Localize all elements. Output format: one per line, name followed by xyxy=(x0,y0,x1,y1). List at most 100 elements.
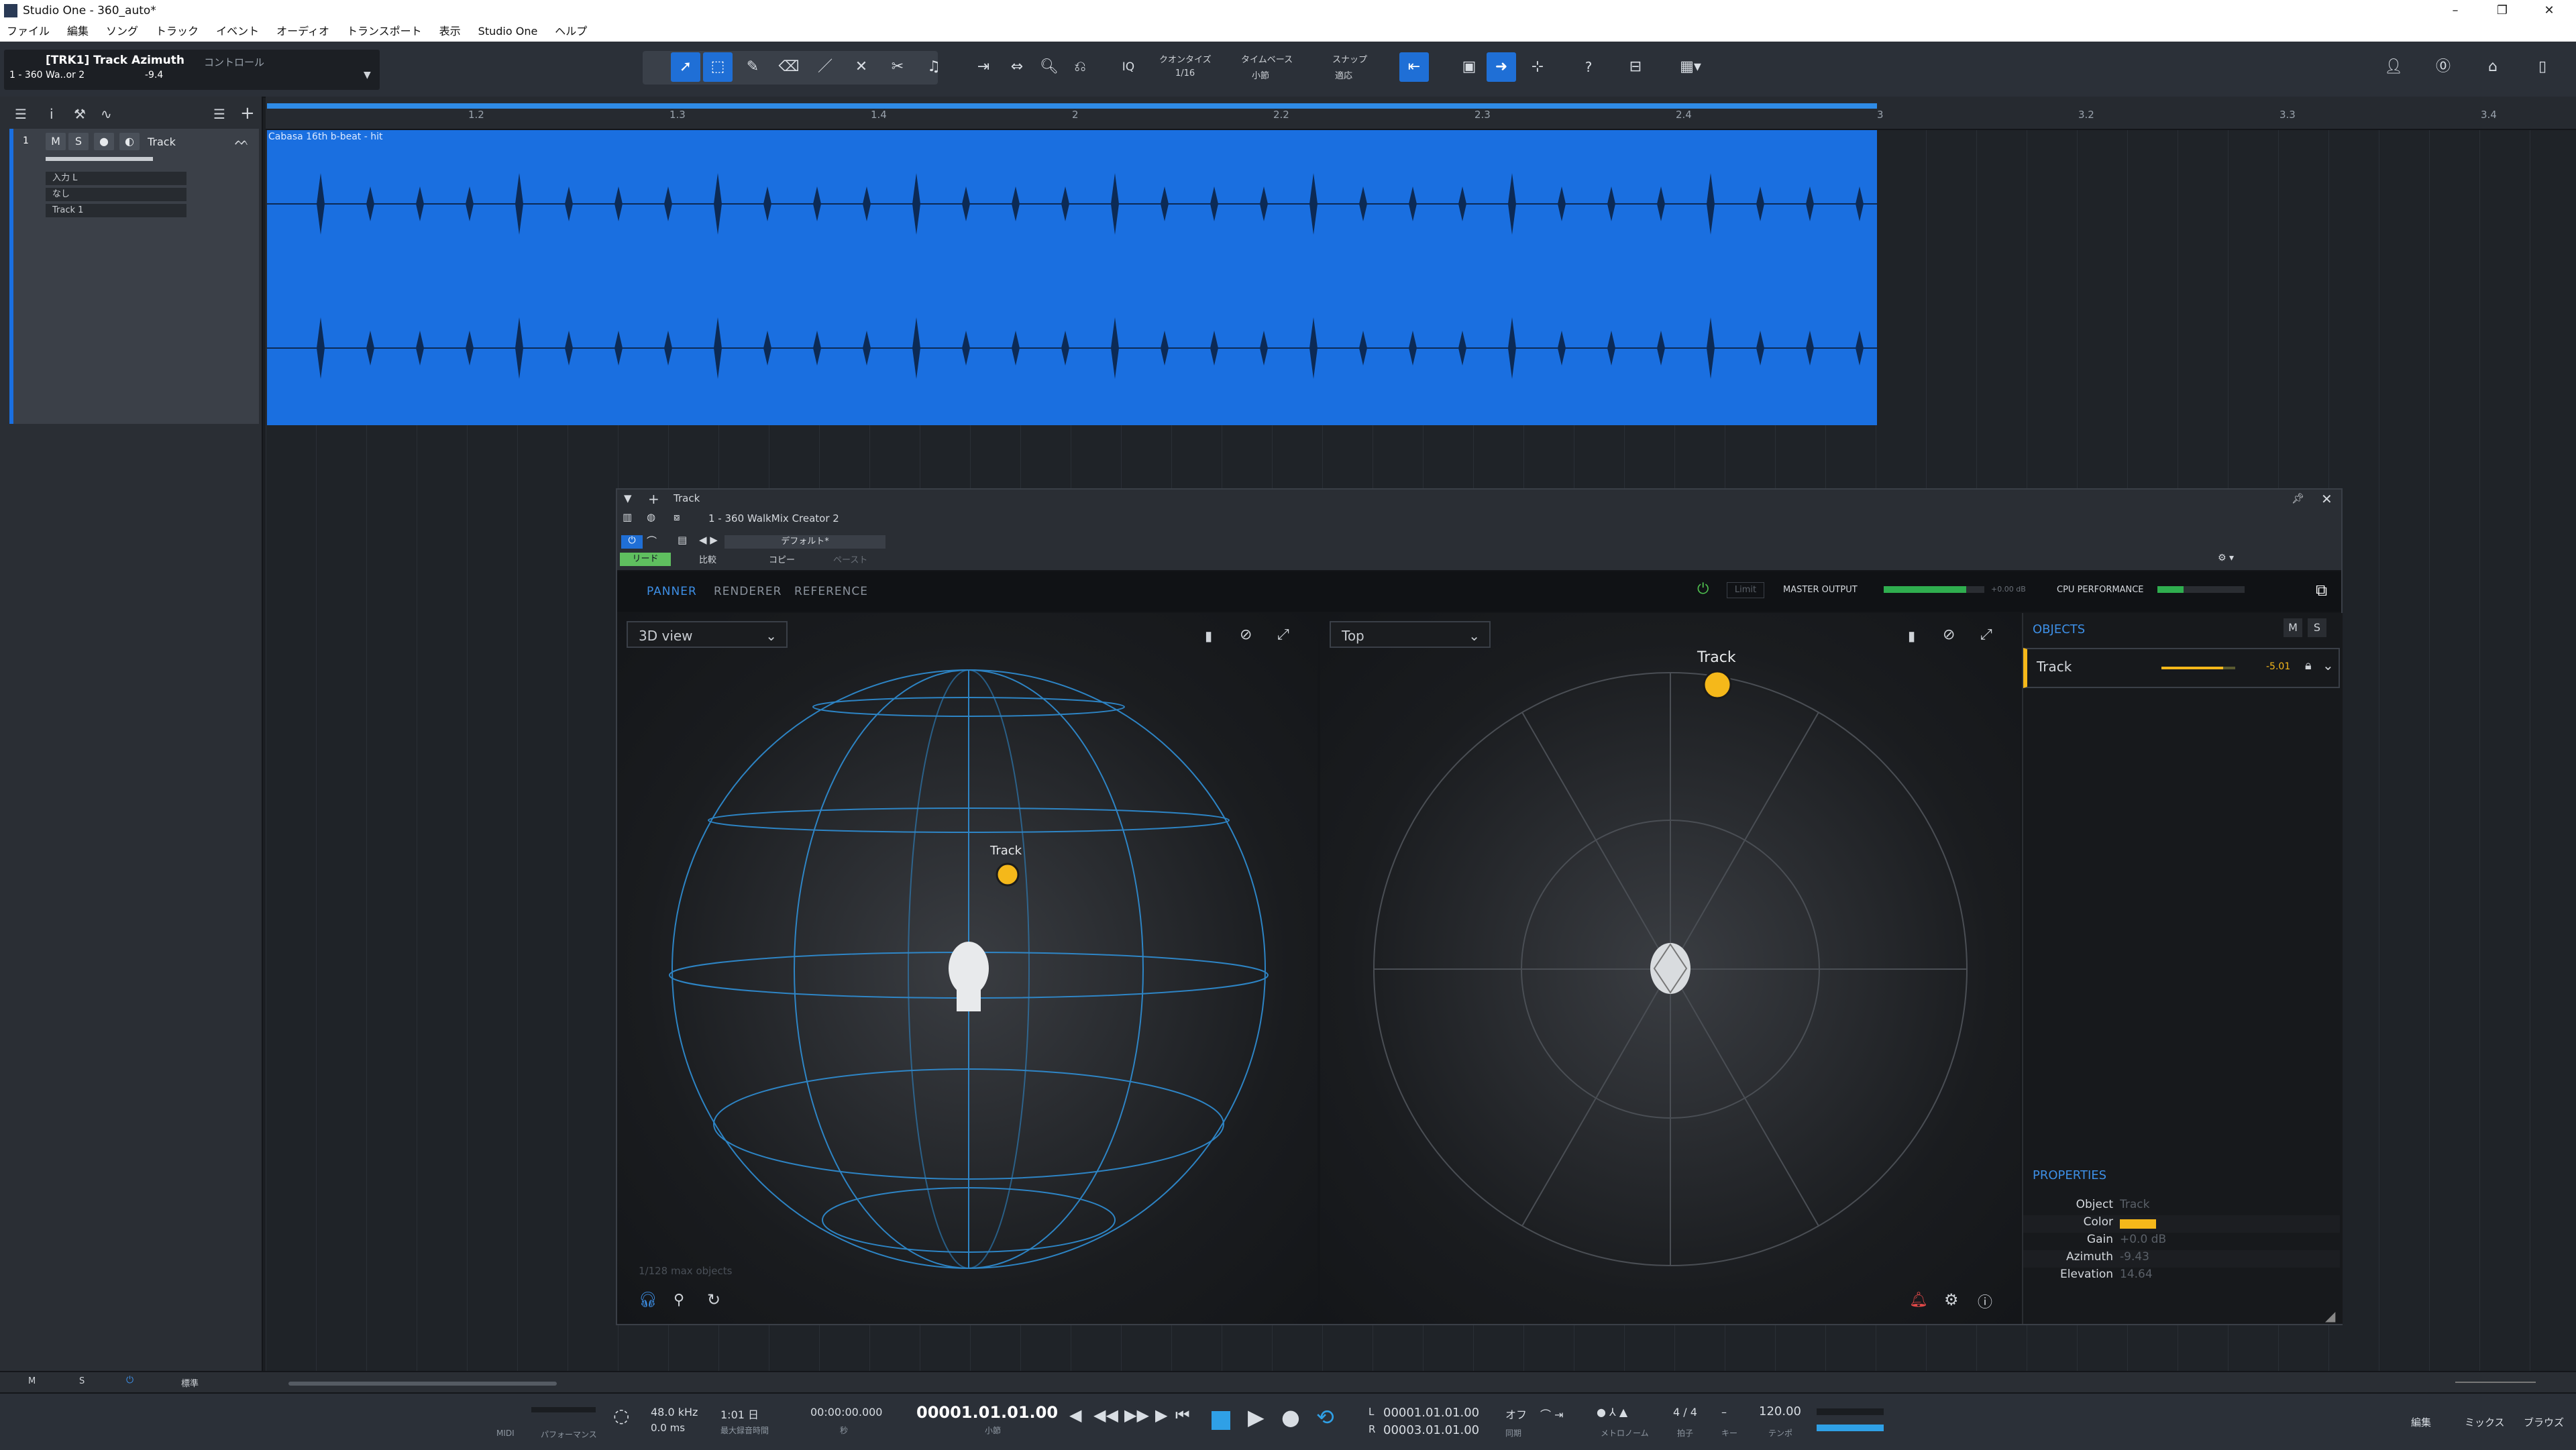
save-preset-icon[interactable]: ▤ xyxy=(678,534,687,546)
network-icon[interactable]: ⧇ xyxy=(674,511,680,523)
rewind-start-icon[interactable]: ◀ xyxy=(1069,1406,1081,1425)
top-view-panel[interactable]: Top ⌄ ▮ ⊘ ⤢ Track 🔔︎ ⚙ ⓘ xyxy=(1320,613,2021,1324)
user-icon[interactable]: 👤︎ xyxy=(2379,52,2408,82)
add-icon[interactable]: + xyxy=(648,491,659,507)
punch-icon[interactable]: ⌒ ⇥ xyxy=(1540,1406,1564,1422)
tab-panner[interactable]: PANNER xyxy=(647,585,697,598)
track-header[interactable]: 1 M S ● ◐ Track ᨓ 入力 L なし Track 1 xyxy=(9,129,259,424)
time-signature[interactable]: 4 / 4 xyxy=(1673,1406,1697,1418)
object-row[interactable]: Track -5.01 🔒︎ ⌄ xyxy=(2023,648,2340,688)
seconds-display[interactable]: 00:00:00.000 xyxy=(810,1406,882,1418)
chevron-down-icon[interactable]: ⌄ xyxy=(2322,657,2334,673)
wrench-icon[interactable]: ⚒ xyxy=(74,106,86,122)
snap-toggle-icon[interactable]: ⇤ xyxy=(1399,52,1429,82)
loop-start[interactable]: 00001.01.01.00 xyxy=(1383,1406,1479,1420)
output-select[interactable]: Track 1 xyxy=(46,204,186,217)
mute-tool-icon[interactable]: ✕ xyxy=(847,52,876,82)
zoom-tool-icon[interactable]: 🔍︎ xyxy=(1034,52,1064,82)
timebase-value[interactable]: 小節 xyxy=(1252,68,1269,81)
3d-view-panel[interactable]: 3D view ⌄ ▮ ⊘ ⤢ Track 1/128 max objects … xyxy=(617,613,1318,1324)
tab-reference[interactable]: REFERENCE xyxy=(794,585,868,598)
plugin-close-icon[interactable]: ✕ xyxy=(2321,491,2332,507)
location-icon[interactable]: ⚲ xyxy=(674,1292,684,1308)
objects-solo-button[interactable]: S xyxy=(2308,618,2326,637)
mode-select[interactable]: 標準 xyxy=(181,1376,199,1389)
pin-icon[interactable]: 📌︎ xyxy=(2292,492,2304,504)
paint-tool-icon[interactable]: ／ xyxy=(810,52,840,82)
bypass-icon[interactable]: ▥ xyxy=(623,511,632,523)
inspector-summary[interactable]: [TRK1] Track Azimuth 1 - 360 Wa..or 2 -9… xyxy=(4,50,380,90)
transform-tool-icon[interactable]: ⎌ xyxy=(1065,52,1095,82)
audio-clip[interactable] xyxy=(267,130,1877,425)
iq-button[interactable]: IQ xyxy=(1114,52,1143,82)
loop-end[interactable]: 00003.01.01.00 xyxy=(1383,1423,1479,1437)
global-solo-button[interactable]: S xyxy=(79,1376,85,1386)
automation-icon[interactable]: ∿ xyxy=(101,106,112,122)
prop-gain-value[interactable]: +0.0 dB xyxy=(2120,1233,2166,1246)
monitor-button[interactable]: ◐ xyxy=(119,133,140,150)
video-icon[interactable]: ⊟ xyxy=(1621,52,1650,82)
fit-tool-icon[interactable]: ⇔ xyxy=(1002,52,1032,82)
follow-icon[interactable]: ➜ xyxy=(1487,52,1516,82)
browse-button[interactable]: ブラウズ xyxy=(2524,1415,2564,1429)
automation-select[interactable]: なし xyxy=(46,188,186,201)
paste-button[interactable]: ペースト xyxy=(833,553,867,565)
gear-icon[interactable]: ⚙ xyxy=(1944,1290,1959,1309)
forward-icon[interactable]: ▶▶ xyxy=(1124,1406,1149,1425)
return-zero-icon[interactable]: ⏮ xyxy=(1175,1406,1190,1425)
object-label-top[interactable]: Track xyxy=(1697,649,1736,666)
volume-slider[interactable] xyxy=(46,157,153,161)
menu-track[interactable]: トラック xyxy=(156,21,199,42)
menu-file[interactable]: ファイル xyxy=(7,21,50,42)
collapse-icon[interactable]: ▼ xyxy=(624,492,632,504)
help-button[interactable]: ? xyxy=(1574,52,1603,82)
mute-button[interactable]: M xyxy=(46,133,66,150)
read-button[interactable]: リード xyxy=(620,553,671,566)
mix-button[interactable]: ミックス xyxy=(2465,1415,2505,1429)
listen-tool-icon[interactable]: ♫ xyxy=(919,52,949,82)
menu-help[interactable]: ヘルプ xyxy=(555,21,587,42)
prop-elevation-value[interactable]: 14.64 xyxy=(2120,1268,2153,1281)
master-volume-slider[interactable] xyxy=(1817,1425,1884,1431)
crosshair-icon[interactable]: ⊹ xyxy=(1523,52,1552,82)
copy-button[interactable]: コピー xyxy=(769,553,795,565)
waveform-icon[interactable]: ᨓ xyxy=(235,134,249,148)
eraser-tool-icon[interactable]: ⌫ xyxy=(774,52,804,82)
stop-button[interactable] xyxy=(1212,1411,1230,1430)
edit-button[interactable]: 編集 xyxy=(2411,1415,2431,1429)
layout-icon[interactable]: ▦▾ xyxy=(1670,52,1711,82)
split-tool-icon[interactable]: ✂ xyxy=(883,52,912,82)
forward-end-icon[interactable]: ▶ xyxy=(1155,1406,1167,1425)
play-icon[interactable]: ▶ xyxy=(1248,1404,1265,1430)
snap-value[interactable]: 適応 xyxy=(1335,68,1352,81)
pencil-tool-icon[interactable]: ✎ xyxy=(738,52,767,82)
menu-event[interactable]: イベント xyxy=(216,21,259,42)
headphones-icon[interactable]: 🎧︎ xyxy=(639,1292,657,1308)
menu-studio-one[interactable]: Studio One xyxy=(478,21,538,42)
autoscroll-icon[interactable]: ▣ xyxy=(1454,52,1484,82)
tab-renderer[interactable]: RENDERER xyxy=(714,585,782,598)
timeline-ruler[interactable]: 1.2 1.3 1.4 2 2.2 2.3 2.4 3 3.2 3.3 3.4 xyxy=(266,97,2576,130)
click-volume-meter[interactable] xyxy=(1817,1408,1884,1415)
home-icon[interactable]: ⌂ xyxy=(2478,52,2508,82)
track-name[interactable]: Track xyxy=(148,135,176,148)
menu-song[interactable]: ソング xyxy=(106,21,138,42)
record-icon[interactable]: ● xyxy=(1281,1404,1300,1430)
menu-transport[interactable]: トランスポート xyxy=(347,21,422,42)
plugin-instance-select[interactable]: 1 - 360 WalkMix Creator 2 xyxy=(708,512,839,524)
limit-toggle[interactable]: Limit xyxy=(1727,582,1764,598)
objects-mute-button[interactable]: M xyxy=(2284,618,2302,637)
bend-tool-icon[interactable]: ⇥ xyxy=(969,52,998,82)
sample-rate[interactable]: 48.0 kHz xyxy=(651,1406,698,1418)
routing-icon[interactable]: ◍ xyxy=(647,511,655,523)
menu-audio[interactable]: オーディオ xyxy=(276,21,329,42)
list-icon[interactable]: ☰ xyxy=(213,106,225,122)
resize-handle-icon[interactable]: ◢ xyxy=(2325,1308,2335,1324)
loop-range[interactable] xyxy=(267,103,1877,109)
horizontal-scrollbar[interactable] xyxy=(288,1382,557,1386)
metronome-icon[interactable]: ● ⅄ ▲ xyxy=(1597,1406,1627,1418)
range-tool-icon[interactable]: ⬚ xyxy=(703,52,733,82)
help-icon[interactable]: ⓘ xyxy=(1978,1290,1992,1312)
menu-icon[interactable]: ☰ xyxy=(15,106,27,122)
panel-icon[interactable]: ▯ xyxy=(2528,52,2557,82)
